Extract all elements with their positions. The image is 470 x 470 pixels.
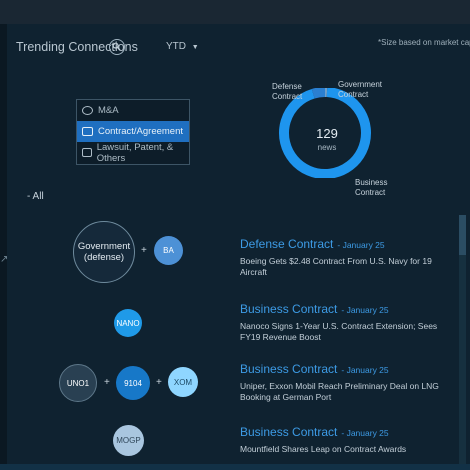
node-9104[interactable]: 9104 (116, 366, 150, 400)
node-xom[interactable]: XOM (168, 367, 198, 397)
news-item[interactable]: Business Contract - January 25 Uniper, Ex… (240, 360, 450, 403)
plus-icon: + (141, 245, 147, 256)
donut-label-defense: Defense Contract (272, 82, 303, 101)
node-uno1[interactable]: UNO1 (59, 364, 97, 402)
filter-label: M&A (98, 105, 119, 116)
all-toggle[interactable]: - All (27, 191, 44, 202)
plus-icon: + (156, 377, 162, 388)
category-filter-menu: M&A Contract/Agreement Lawsuit, Patent, … (76, 99, 190, 165)
caret-down-icon: ▼ (191, 44, 199, 51)
size-note: *Size based on market cap (378, 38, 470, 47)
scrollbar-thumb[interactable] (459, 215, 466, 255)
news-headline[interactable]: Business Contract (240, 425, 337, 439)
donut-segment-defense-contract[interactable] (311, 88, 326, 99)
search-icon (112, 42, 121, 51)
news-headline[interactable]: Defense Contract (240, 237, 333, 251)
news-body: Uniper, Exxon Mobil Reach Preliminary De… (240, 381, 439, 402)
contract-icon (82, 127, 93, 136)
lawsuit-icon (82, 148, 92, 157)
top-bar (0, 0, 470, 24)
news-body: Nanoco Signs 1-Year U.S. Contract Extens… (240, 321, 438, 342)
news-date: - January 25 (337, 240, 385, 250)
filter-lawsuit[interactable]: Lawsuit, Patent, & Others (77, 141, 189, 164)
filter-contract-agreement[interactable]: Contract/Agreement (77, 121, 189, 142)
donut-label-government: Government Contract (338, 80, 383, 99)
plus-icon: + (104, 377, 110, 388)
news-item[interactable]: Defense Contract - January 25 Boeing Gets… (240, 235, 450, 278)
news-headline[interactable]: Business Contract (240, 362, 337, 376)
node-ba[interactable]: BA (154, 236, 183, 265)
period-dropdown[interactable]: YTD ▼ (166, 41, 199, 52)
news-date: - January 25 (341, 365, 389, 375)
node-mogp[interactable]: MOGP (113, 425, 144, 456)
news-body: Boeing Gets $2.48 Contract From U.S. Nav… (240, 256, 432, 277)
news-item[interactable]: Business Contract - January 25 Mountfield… (240, 423, 450, 455)
filter-mna[interactable]: M&A (77, 100, 189, 121)
news-item[interactable]: Business Contract - January 25 Nanoco Sig… (240, 300, 450, 343)
period-value: YTD (166, 41, 186, 52)
donut-total-label: news (317, 143, 337, 152)
news-date: - January 25 (341, 305, 389, 315)
merger-icon (82, 106, 93, 115)
filter-label: Contract/Agreement (98, 126, 184, 137)
donut-label-business: Business Contract (355, 178, 388, 197)
news-date: - January 25 (341, 428, 389, 438)
node-government-defense[interactable]: Government (defense) (73, 221, 135, 283)
filter-label: Lawsuit, Patent, & Others (96, 141, 174, 164)
bottom-strip (0, 464, 470, 470)
donut-total-count: 129 (316, 126, 338, 141)
node-nano[interactable]: NANO (114, 309, 142, 337)
news-body: Mountfield Shares Leap on Contract Award… (240, 444, 407, 454)
news-headline[interactable]: Business Contract (240, 302, 337, 316)
search-button[interactable] (109, 39, 125, 55)
